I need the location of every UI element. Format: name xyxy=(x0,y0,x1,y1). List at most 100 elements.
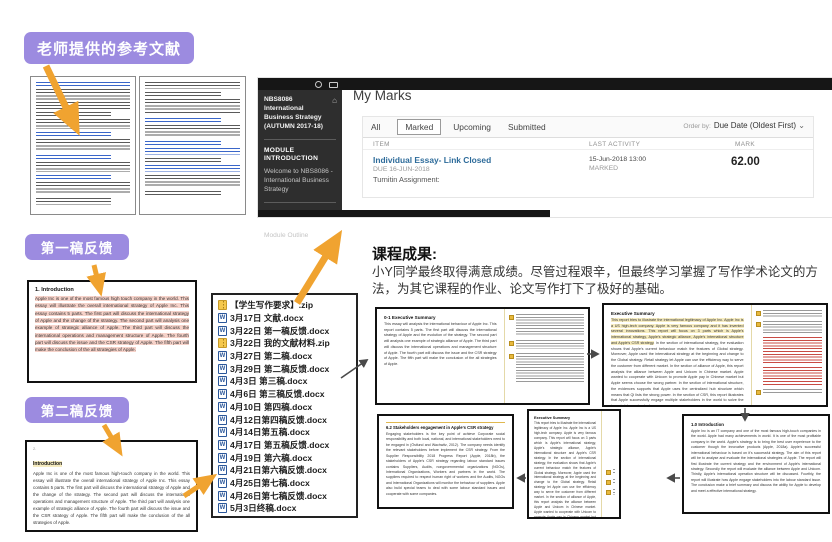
file-name: 【学生写作要求】.zip xyxy=(230,299,313,311)
file-name: 4月6日 第三稿反馈.docx xyxy=(230,388,325,400)
infographic-canvas: 老师提供的参考文献 NBS8086 Internat xyxy=(0,0,832,542)
comment xyxy=(756,337,822,363)
comment-icon xyxy=(509,315,514,320)
comments-column xyxy=(504,309,588,403)
marks-panel: All Marked Upcoming Submitted Order by: Due … xyxy=(362,116,814,198)
label-first-draft-feedback: 第一稿反馈 xyxy=(25,234,129,260)
status-badge: MARKED xyxy=(589,165,618,172)
file-list-item[interactable]: 3月22日 第一稿反馈.docx xyxy=(218,324,354,337)
file-list-item[interactable]: 3月17日 文献.docx xyxy=(218,312,354,325)
comment xyxy=(756,389,822,395)
file-list-item[interactable]: 4月6日 第三稿反馈.docx xyxy=(218,388,354,401)
comment-icon xyxy=(756,311,761,316)
assignment-link[interactable]: Individual Essay- Link Closed xyxy=(373,155,491,165)
doc-heading: Executive Summary xyxy=(611,311,744,316)
file-name: 4月26日第七稿反馈.docx xyxy=(230,490,327,502)
course-sidebar: NBS8086 International Business Strategy … xyxy=(258,90,342,210)
marks-tab[interactable]: Upcoming xyxy=(453,122,491,132)
comment xyxy=(509,353,584,383)
marks-header-row: ITEM LAST ACTIVITY MARK xyxy=(363,138,813,150)
screenshot-bottom-strip xyxy=(258,210,550,217)
divider xyxy=(264,202,336,203)
doc-heading: 6.2 Stakeholders engagement in Apple's C… xyxy=(386,422,505,430)
file-name: 4月17日 第五稿反馈.docx xyxy=(230,439,329,451)
assignment-type: Turnitin Assignment: xyxy=(373,175,440,184)
assignment-row: Individual Essay- Link Closed DUE 16-JUN… xyxy=(363,150,813,190)
col-item: ITEM xyxy=(373,141,390,148)
file-icon xyxy=(218,326,227,336)
order-by-label: Order by: xyxy=(683,123,710,130)
reference-page-2 xyxy=(139,76,246,215)
reference-text xyxy=(145,82,240,89)
file-list-item[interactable]: 4月3日 第三稿.docx xyxy=(218,375,354,388)
file-name: 3月22日 我的文献材料.zip xyxy=(230,337,330,349)
file-list-item[interactable]: 4月10日 第四稿.docx xyxy=(218,401,354,414)
file-icon xyxy=(218,338,227,348)
comment xyxy=(756,321,822,333)
file-icon xyxy=(218,402,227,412)
comment xyxy=(606,489,615,495)
file-name: 5月3日终稿.docx xyxy=(230,502,296,514)
file-list-item[interactable]: 4月17日 第五稿反馈.docx xyxy=(218,439,354,452)
file-list-item[interactable]: 4月26日第七稿反馈.docx xyxy=(218,489,354,502)
exec-summary-doc-red-comments: Executive Summary This report tries to i… xyxy=(602,303,828,407)
comment xyxy=(756,367,822,385)
first-draft-doc: 1. Introduction Apple Inc is one of the … xyxy=(27,280,197,383)
file-icon xyxy=(218,453,227,463)
file-icon xyxy=(218,364,227,374)
circle-icon[interactable] xyxy=(315,81,322,88)
marks-tab[interactable]: All xyxy=(371,122,380,132)
doc-heading: 1.0 Introduction xyxy=(691,422,821,427)
file-list-item[interactable]: 5月3日终稿.docx xyxy=(218,502,354,515)
file-icon xyxy=(218,478,227,488)
mark-value: 62.00 xyxy=(731,156,760,168)
doc-body: Apple Inc is one of the most famous high… xyxy=(33,470,190,526)
file-list-item[interactable]: 3月29日 第二稿反馈.docx xyxy=(218,362,354,375)
file-name: 4月14日第五稿.docx xyxy=(230,426,310,438)
marks-tab[interactable]: Marked xyxy=(397,119,441,135)
file-icon xyxy=(218,491,227,501)
sidebar-section: MODULE INTRODUCTION Welcome to NBS8086 -… xyxy=(264,139,336,195)
sidebar-link[interactable]: Welcome to NBS8086 - International Busin… xyxy=(264,168,336,195)
file-icon xyxy=(218,376,227,386)
comment xyxy=(756,310,822,317)
file-name: 4月10日 第四稿.docx xyxy=(230,401,312,413)
file-icon xyxy=(218,415,227,425)
file-list-item[interactable]: 4月12日第四稿反馈.docx xyxy=(218,413,354,426)
label-second-draft-feedback: 第二稿反馈 xyxy=(25,397,129,423)
exec-summary-final-doc: Executive Summary This report tries to i… xyxy=(527,409,621,519)
sidebar-link[interactable]: Module Outline xyxy=(264,232,336,241)
file-name: 3月29日 第二稿反馈.docx xyxy=(230,363,329,375)
file-list-item[interactable]: 4月19日 第六稿.docx xyxy=(218,451,354,464)
divider xyxy=(264,139,336,140)
outcome-body: 小Y同学最终取得满意成绩。尽管过程艰辛，但最终学习掌握了写作学术论文的方法，为其… xyxy=(372,264,824,298)
col-last-activity: LAST ACTIVITY xyxy=(589,141,640,148)
marks-tab[interactable]: Submitted xyxy=(508,122,546,132)
file-icon xyxy=(218,300,227,310)
file-list-item[interactable]: 【学生写作要求】.zip xyxy=(218,299,354,312)
label-teacher-references: 老师提供的参考文献 xyxy=(24,32,194,64)
order-by-dropdown[interactable]: Due Date (Oldest First) xyxy=(714,121,805,130)
home-icon[interactable]: ⌂ xyxy=(332,96,337,107)
sidebar-section: MODULE INFORMATION Module Outline xyxy=(264,202,336,241)
file-list-item[interactable]: 3月27日 第二稿.docx xyxy=(218,350,354,363)
file-name: 4月19日 第六稿.docx xyxy=(230,452,312,464)
file-icon xyxy=(218,427,227,437)
doc-heading: Executive Summary xyxy=(534,416,596,420)
comment xyxy=(606,479,615,485)
file-icon xyxy=(218,440,227,450)
file-list-item[interactable]: 4月25日第七稿.docx xyxy=(218,477,354,490)
blackboard-screenshot: NBS8086 International Business Strategy … xyxy=(258,78,832,217)
file-list-item[interactable]: 4月14日第五稿.docx xyxy=(218,426,354,439)
marks-tabs: All Marked Upcoming Submitted Order by: Due … xyxy=(363,117,813,138)
file-list-item[interactable]: 4月21日第六稿反馈.docx xyxy=(218,464,354,477)
doc-heading: 1. Introduction xyxy=(35,287,189,293)
comment-icon xyxy=(606,480,611,485)
file-icon xyxy=(218,465,227,475)
reference-page-1 xyxy=(30,76,136,215)
file-list-item[interactable]: 3月22日 我的文献材料.zip xyxy=(218,337,354,350)
folder-icon[interactable] xyxy=(329,82,338,88)
file-name: 4月3日 第三稿.docx xyxy=(230,375,307,387)
doc-body: This report tries to illustrate the inte… xyxy=(611,318,744,407)
doc-body: Apple Inc is an IT company and one of th… xyxy=(691,429,821,494)
